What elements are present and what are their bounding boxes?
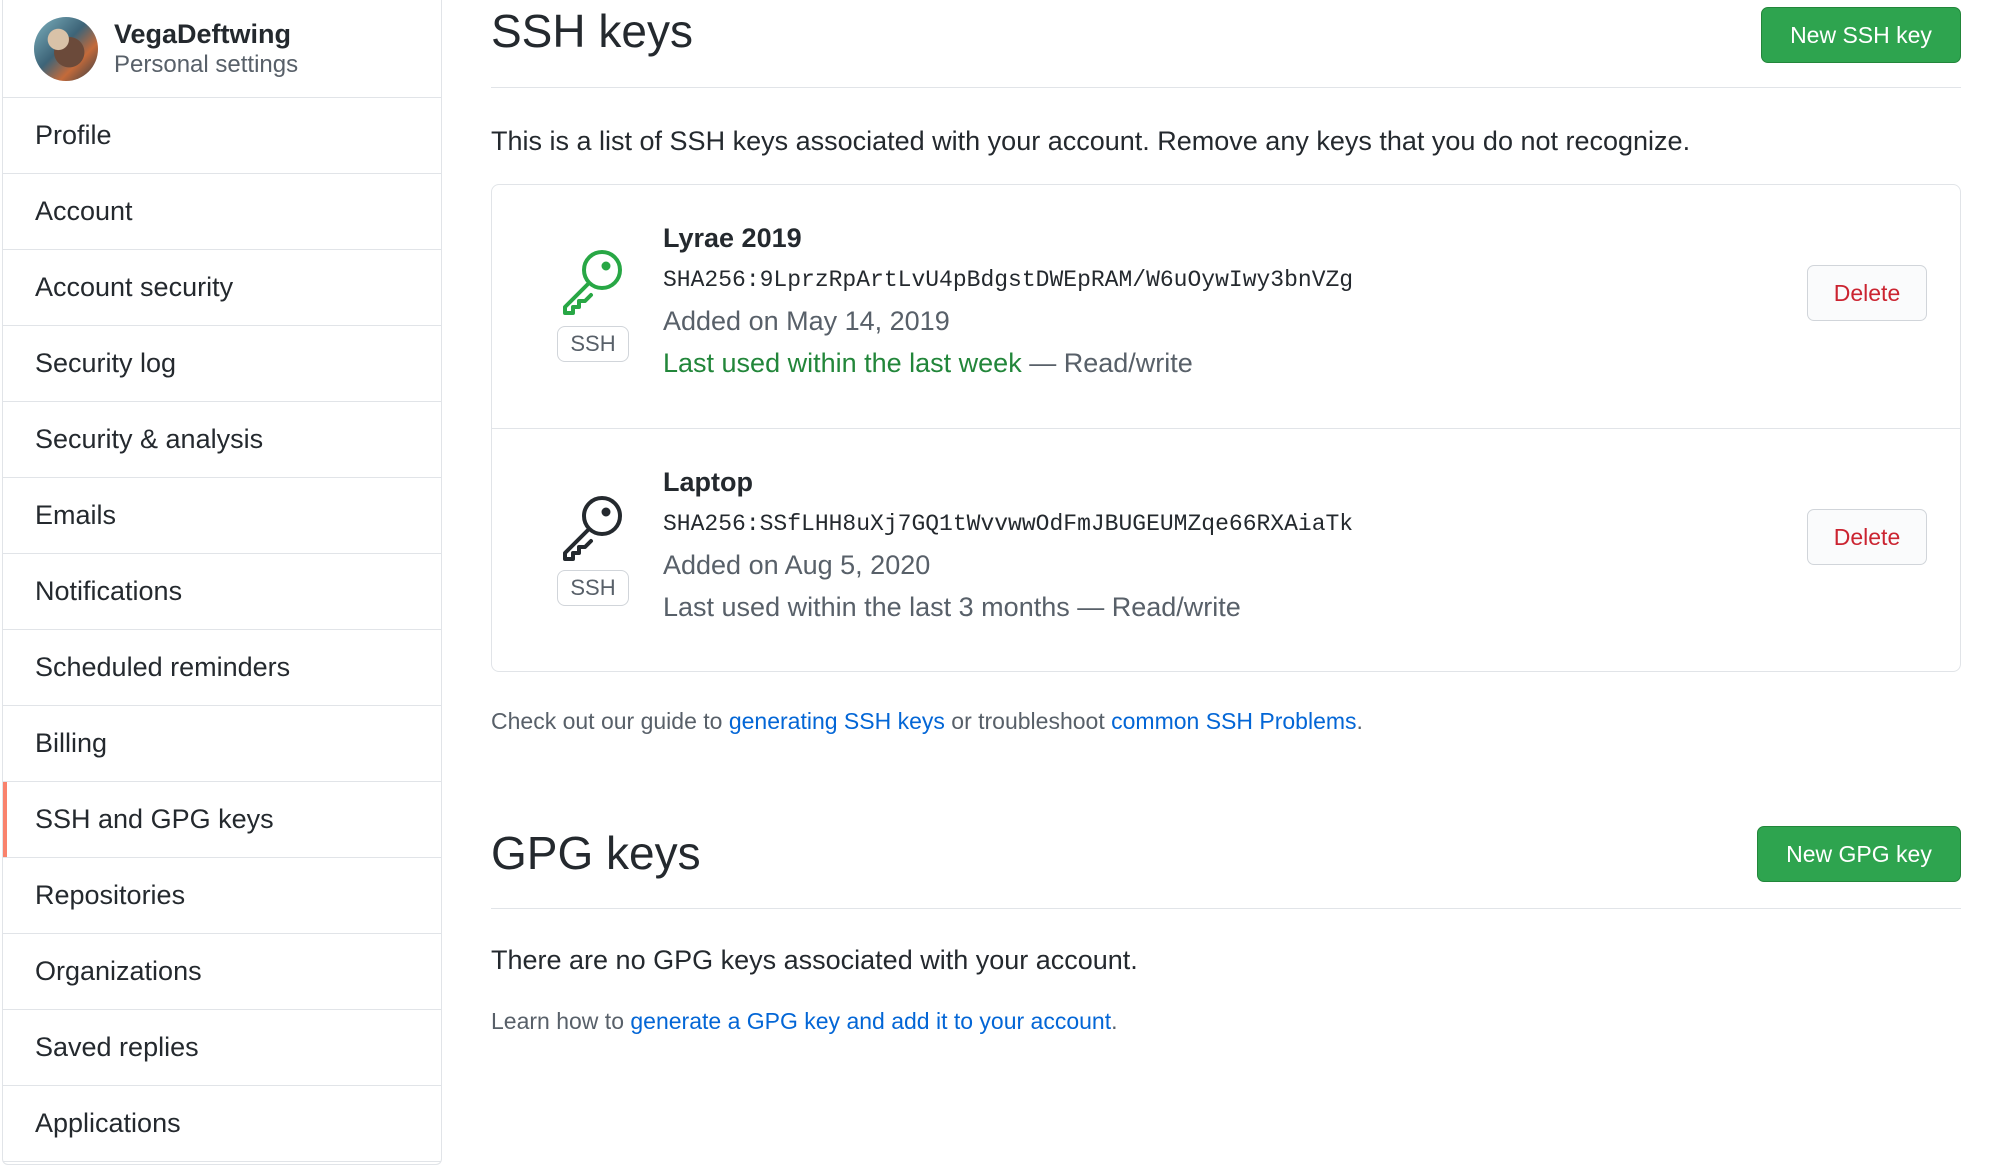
- common-ssh-problems-link[interactable]: common SSH Problems: [1111, 708, 1356, 734]
- ssh-help-middle: or troubleshoot: [944, 708, 1112, 734]
- user-text: VegaDeftwing Personal settings: [114, 18, 298, 80]
- ssh-help-text: Check out our guide to generating SSH ke…: [491, 708, 1363, 735]
- user-subtitle: Personal settings: [114, 50, 299, 78]
- key-icon: [563, 496, 622, 561]
- new-gpg-key-button[interactable]: New GPG key: [1757, 826, 1961, 882]
- delete-ssh-key-button[interactable]: Delete: [1807, 265, 1927, 321]
- sidebar-item-repositories[interactable]: Repositories: [3, 858, 441, 934]
- ssh-key-last-used: Last used within the last 3 months — Rea…: [663, 592, 1241, 623]
- gpg-help-suffix: .: [1111, 1008, 1118, 1034]
- ssh-key-row: SSH Lyrae 2019 SHA256:9LprzRpArtLvU4pBdg…: [492, 185, 1960, 428]
- generating-ssh-keys-link[interactable]: generating SSH keys: [729, 708, 945, 734]
- sidebar-item-billing[interactable]: Billing: [3, 706, 441, 782]
- new-ssh-key-button[interactable]: New SSH key: [1761, 7, 1961, 63]
- ssh-key-name: Lyrae 2019: [663, 223, 802, 253]
- ssh-key-last-used: Last used within the last week — Read/wr…: [663, 348, 1193, 379]
- sidebar-item-applications[interactable]: Applications: [3, 1086, 441, 1162]
- user-name[interactable]: VegaDeftwing: [114, 18, 298, 50]
- sidebar-item-organizations[interactable]: Organizations: [3, 934, 441, 1010]
- sidebar-item-saved-replies[interactable]: Saved replies: [3, 1010, 441, 1086]
- sidebar-item-scheduled-reminders[interactable]: Scheduled reminders: [3, 630, 441, 706]
- ssh-key-fingerprint: SHA256:9LprzRpArtLvU4pBdgstDWEpRAM/W6uOy…: [663, 267, 1354, 293]
- sidebar-item-ssh-gpg-keys[interactable]: SSH and GPG keys: [3, 782, 441, 858]
- gpg-help-text: Learn how to generate a GPG key and add …: [491, 1008, 1118, 1035]
- ssh-badge: SSH: [557, 326, 629, 362]
- ssh-key-recent-use: Last used within the last week: [663, 348, 1022, 378]
- ssh-keys-list: SSH Lyrae 2019 SHA256:9LprzRpArtLvU4pBdg…: [491, 184, 1961, 672]
- ssh-key-recent-use: Last used within the last 3 months: [663, 592, 1070, 622]
- sidebar-item-security-log[interactable]: Security log: [3, 326, 441, 402]
- delete-ssh-key-button[interactable]: Delete: [1807, 509, 1927, 565]
- gpg-help-prefix: Learn how to: [491, 1008, 631, 1034]
- ssh-badge: SSH: [557, 570, 629, 606]
- sidebar-item-notifications[interactable]: Notifications: [3, 554, 441, 630]
- ssh-key-access: — Read/write: [1069, 592, 1241, 622]
- avatar[interactable]: [34, 16, 98, 81]
- sidebar-item-account-security[interactable]: Account security: [3, 250, 441, 326]
- ssh-key-access: — Read/write: [1021, 348, 1193, 378]
- ssh-help-prefix: Check out our guide to: [491, 708, 729, 734]
- ssh-keys-title: SSH keys: [491, 5, 693, 57]
- gpg-section-header: GPG keys New GPG key: [491, 822, 1961, 909]
- sidebar-item-account[interactable]: Account: [3, 174, 441, 250]
- generate-gpg-key-link[interactable]: generate a GPG key and add it to your ac…: [630, 1008, 1111, 1034]
- ssh-key-name: Laptop: [663, 467, 753, 497]
- ssh-help-suffix: .: [1356, 708, 1363, 734]
- gpg-empty-text: There are no GPG keys associated with yo…: [491, 945, 1138, 975]
- key-icon: [563, 250, 622, 315]
- gpg-keys-title: GPG keys: [491, 827, 701, 879]
- user-header: VegaDeftwing Personal settings: [3, 0, 441, 98]
- ssh-key-row: SSH Laptop SHA256:SSfLHH8uXj7GQ1tWvvwwOd…: [492, 428, 1960, 672]
- ssh-key-added-date: Added on May 14, 2019: [663, 306, 950, 336]
- ssh-section-header: SSH keys New SSH key: [491, 0, 1961, 88]
- ssh-intro-text: This is a list of SSH keys associated wi…: [491, 126, 1691, 156]
- ssh-key-fingerprint: SHA256:SSfLHH8uXj7GQ1tWvvwwOdFmJBUGEUMZq…: [663, 511, 1354, 537]
- main-content: SSH keys New SSH key This is a list of S…: [491, 0, 1961, 1034]
- sidebar-item-profile[interactable]: Profile: [3, 98, 441, 174]
- sidebar-item-security-analysis[interactable]: Security & analysis: [3, 402, 441, 478]
- sidebar-item-emails[interactable]: Emails: [3, 478, 441, 554]
- ssh-key-added-date: Added on Aug 5, 2020: [663, 550, 931, 580]
- settings-sidebar: VegaDeftwing Personal settings Profile A…: [2, 0, 442, 1165]
